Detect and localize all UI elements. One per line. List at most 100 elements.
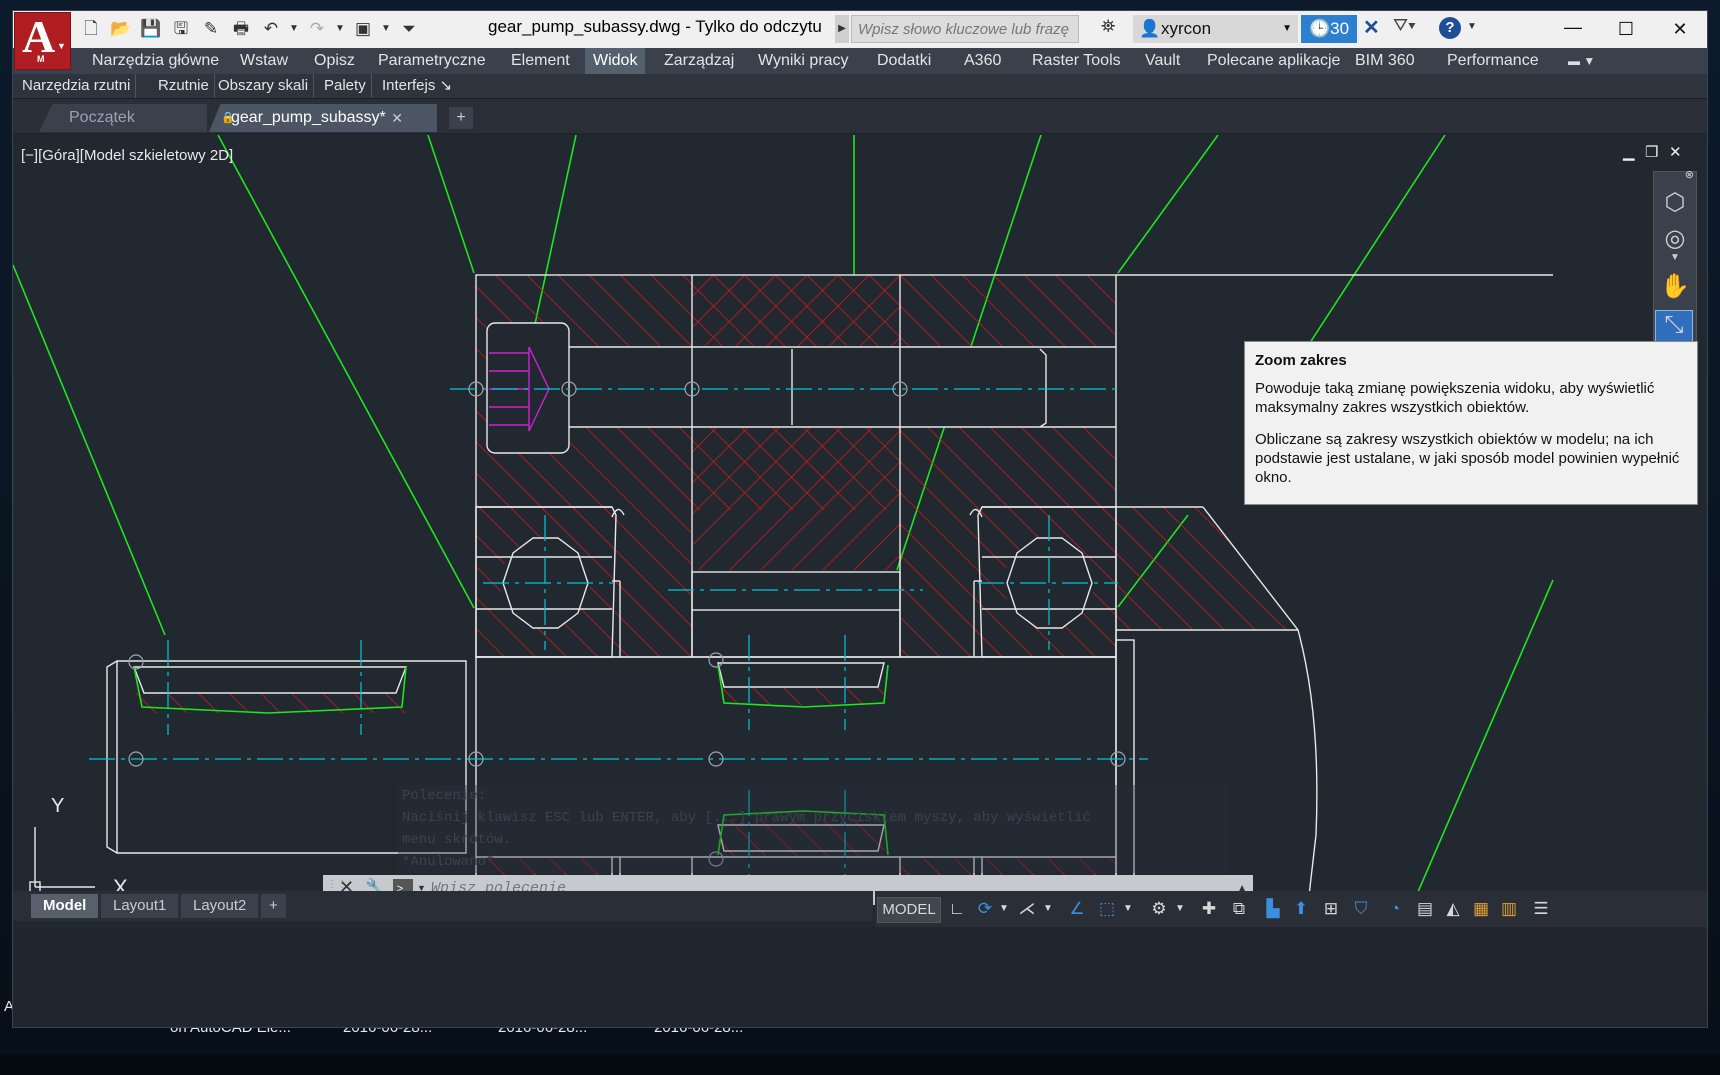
- units-icon[interactable]: ⬆: [1289, 897, 1313, 921]
- tab-home[interactable]: Narzędzia główne: [84, 48, 227, 74]
- search-input[interactable]: Wpisz słowo kluczowe lub frazę: [851, 15, 1079, 43]
- tab-current-label: gear_pump_subassy*: [231, 109, 386, 126]
- tab-manage[interactable]: Zarządzaj: [656, 48, 742, 74]
- panel-interface[interactable]: Interfejs ↘: [377, 74, 457, 98]
- crosshair-icon[interactable]: ✚: [1197, 897, 1221, 921]
- save-icon[interactable]: 💾: [137, 17, 165, 41]
- close-tab-icon[interactable]: ✕: [391, 104, 403, 132]
- tooltip-title: Zoom zakres: [1255, 352, 1347, 369]
- tab-a360[interactable]: A360: [956, 48, 1009, 74]
- panel-scale-areas[interactable]: Obszary skali: [213, 74, 315, 98]
- history-line: Polecenie:: [398, 785, 1228, 807]
- redo-icon[interactable]: ↷: [303, 17, 331, 41]
- chevron-down-icon[interactable]: ▼: [1121, 897, 1135, 921]
- navbar-close-icon[interactable]: ⊗: [1666, 168, 1694, 181]
- graphics-icon[interactable]: ◭: [1441, 897, 1465, 921]
- tab-output[interactable]: Wyniki pracy: [750, 48, 857, 74]
- grid-icon[interactable]: ∟: [945, 897, 969, 921]
- search-expand-icon[interactable]: ▶: [835, 15, 849, 43]
- menu-icon[interactable]: ☰: [1529, 897, 1553, 921]
- snap-icon[interactable]: ⟳: [973, 897, 997, 921]
- quick-access-toolbar: 🗋 📂 💾 🖫 ✎ 🖶 ↶ ▼ ↷ ▼ ▣ ▼ ⏷: [77, 17, 423, 43]
- tab-insert[interactable]: Wstaw: [232, 48, 296, 74]
- model-space-toggle[interactable]: MODEL: [877, 897, 941, 923]
- tab-current-drawing[interactable]: 🔒 gear_pump_subassy* ✕: [209, 104, 437, 132]
- application-menu-button[interactable]: A M ▼: [14, 11, 71, 70]
- tab-performance[interactable]: Performance: [1439, 48, 1547, 74]
- polar-icon[interactable]: ∠: [1065, 897, 1089, 921]
- chevron-down-icon[interactable]: ▼: [1654, 252, 1696, 263]
- ribbon-minimize-icon[interactable]: ▬ ▼: [1568, 48, 1595, 74]
- add-layout-button[interactable]: +: [261, 894, 286, 918]
- saveas-icon[interactable]: 🖫: [167, 17, 195, 41]
- clean-screen-icon[interactable]: ▦: [1469, 897, 1493, 921]
- viewport-restore-icon[interactable]: ❐: [1645, 143, 1658, 161]
- performance-icon[interactable]: ▥: [1497, 897, 1521, 921]
- close-button[interactable]: ✕: [1651, 11, 1707, 48]
- tab-view[interactable]: Widok: [585, 48, 646, 74]
- drawing-canvas[interactable]: [−][Góra][Model szkieletowy 2D] ▁ ❐ ✕ ⊗ …: [13, 135, 1707, 991]
- isolate-icon[interactable]: ◔: [1383, 897, 1407, 921]
- hardware-accel-icon[interactable]: ▤: [1413, 897, 1437, 921]
- history-line: *Anulowano*: [398, 851, 1228, 873]
- viewport-controls-label[interactable]: [−][Góra][Model szkieletowy 2D]: [21, 147, 233, 164]
- panel-viewport-tools[interactable]: Narzędzia rzutni: [17, 74, 137, 98]
- open-icon[interactable]: 📂: [107, 17, 135, 41]
- help-icon[interactable]: ?: [1439, 17, 1461, 39]
- tab-annotate[interactable]: Opisz: [306, 48, 363, 74]
- workspace-icon[interactable]: ▙: [1261, 897, 1285, 921]
- tab-element[interactable]: Element: [503, 48, 578, 74]
- tab-raster-tools[interactable]: Raster Tools: [1024, 48, 1129, 74]
- minimize-button[interactable]: —: [1544, 11, 1602, 46]
- viewcube-icon[interactable]: ⬡: [1654, 188, 1696, 217]
- user-signin[interactable]: 👤 xyrcon ▼: [1133, 15, 1298, 43]
- tab-bim360[interactable]: BIM 360: [1347, 48, 1423, 74]
- publish-icon[interactable]: ✎: [197, 17, 225, 41]
- tab-layout1[interactable]: Layout1: [101, 894, 179, 918]
- user-name: xyrcon: [1161, 19, 1212, 38]
- undo-dropdown-icon[interactable]: ▼: [287, 17, 301, 41]
- maximize-button[interactable]: ☐: [1597, 11, 1655, 48]
- panel-palettes[interactable]: Palety: [319, 74, 372, 98]
- new-tab-button[interactable]: +: [449, 107, 473, 129]
- tab-model[interactable]: Model: [31, 894, 99, 918]
- viewport-minimize-icon[interactable]: ▁: [1623, 143, 1635, 161]
- tooltip-detail: Obliczane są zakresy wszystkich obiektów…: [1255, 431, 1680, 486]
- redo-dropdown-icon[interactable]: ▼: [333, 17, 347, 41]
- plot-icon[interactable]: 🖶: [227, 17, 255, 41]
- binoculars-icon[interactable]: ⛯: [1101, 16, 1115, 37]
- a360-icon[interactable]: ⛛▾: [1393, 15, 1416, 36]
- ribbon-panels: Narzędzia rzutni Rzutnie Obszary skali P…: [13, 74, 1707, 99]
- trial-days-badge[interactable]: 🕒30: [1301, 15, 1357, 43]
- chevron-down-icon: ▼: [57, 41, 66, 51]
- chevron-down-icon[interactable]: ▼: [1041, 897, 1055, 921]
- chevron-down-icon[interactable]: ▼: [1173, 897, 1187, 921]
- tab-layout2[interactable]: Layout2: [181, 894, 259, 918]
- command-history: Polecenie: Naciśnij klawisz ESC lub ENTE…: [398, 785, 1228, 873]
- customize-qat-icon[interactable]: ⏷: [395, 17, 423, 41]
- quick-properties-icon[interactable]: ⊞: [1319, 897, 1343, 921]
- exchange-icon[interactable]: ✕: [1363, 15, 1380, 40]
- tab-featured-apps[interactable]: Polecane aplikacje: [1199, 48, 1348, 74]
- status-bar: MODEL ∟ ⟳ ▼ ⋌ ▼ ∠ ⬚ ▼ ⚙ ▼ ✚ ⧉ ▙ ⬆ ⊞ ⛉ ◔ …: [875, 891, 1707, 927]
- ortho-icon[interactable]: ⋌: [1015, 897, 1039, 921]
- workspace-icon[interactable]: ▣: [349, 17, 377, 41]
- steering-wheel-icon[interactable]: ◎: [1654, 224, 1696, 253]
- history-line: Naciśnij klawisz ESC lub ENTER, aby [...…: [398, 807, 1228, 829]
- lock-ui-icon[interactable]: ⛉: [1349, 897, 1373, 921]
- help-dropdown-icon[interactable]: ▼: [1467, 21, 1477, 32]
- new-icon[interactable]: 🗋: [77, 17, 105, 41]
- tab-start[interactable]: Początek: [39, 104, 207, 132]
- tab-parametric[interactable]: Parametryczne: [370, 48, 494, 74]
- annotation-icon[interactable]: ⧉: [1227, 897, 1251, 921]
- tab-addins[interactable]: Dodatki: [869, 48, 939, 74]
- settings-icon[interactable]: ⚙: [1147, 897, 1171, 921]
- chevron-down-icon[interactable]: ▼: [997, 897, 1011, 921]
- workspace-dropdown-icon[interactable]: ▼: [379, 17, 393, 41]
- panel-viewports[interactable]: Rzutnie: [153, 74, 215, 98]
- pan-icon[interactable]: ✋: [1654, 272, 1696, 301]
- undo-icon[interactable]: ↶: [257, 17, 285, 41]
- osnap-icon[interactable]: ⬚: [1095, 897, 1119, 921]
- viewport-close-icon[interactable]: ✕: [1669, 143, 1682, 161]
- tab-vault[interactable]: Vault: [1137, 48, 1188, 74]
